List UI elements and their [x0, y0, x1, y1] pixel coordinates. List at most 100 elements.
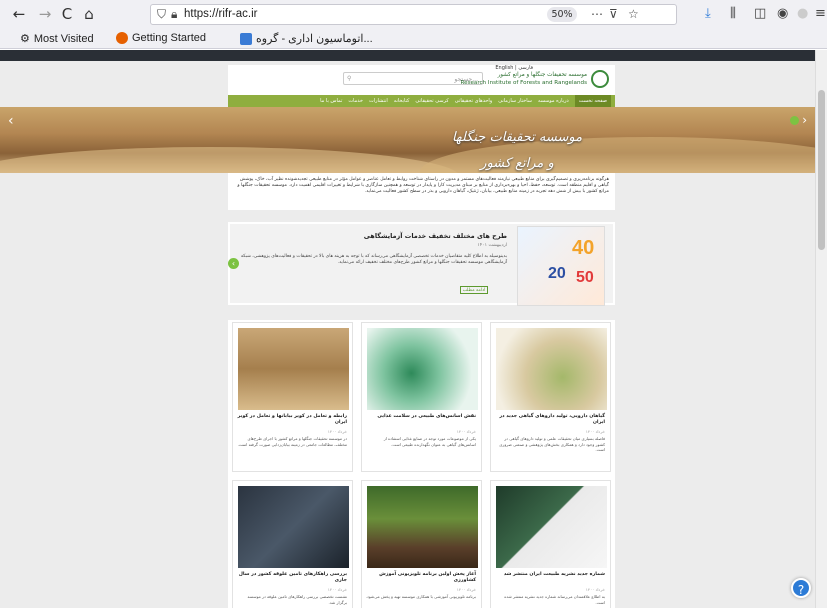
news-card-title[interactable]: گیاهان دارویی، تولید داروهای گیاهی جدید … — [494, 414, 605, 426]
news-card-body: برنامه تلویزیونی آموزشی با همکاری موسسه … — [365, 594, 476, 599]
help-icon: ? — [797, 583, 805, 597]
featured-news-date: اردیبهشت ۱۴۰۱ — [477, 243, 507, 248]
bookmark-label: اتوماسیون اداری - گروه... — [256, 33, 373, 45]
forward-arrow-icon: → — [38, 5, 52, 23]
address-bar[interactable]: ⛉ 🔒︎ https://rifr-ac.ir 50% ⋯ ⊽ ☆ — [150, 4, 677, 25]
bookmark-getting-started[interactable]: Getting Started — [116, 32, 206, 44]
site-favicon-icon — [240, 32, 252, 45]
hero-banner: ‹ موسسه تحقیقات جنگلها و مراتع کشور › — [0, 107, 815, 173]
banner-title: موسسه تحقیقات جنگلها و مراتع کشور — [451, 130, 583, 171]
featured-news-body: بدینوسیله به اطلاع کلیه متقاضیان خدمات ت… — [240, 254, 507, 265]
banner-indicator[interactable] — [790, 116, 799, 125]
bookmark-automation[interactable]: اتوماسیون اداری - گروه... — [240, 32, 373, 45]
nav-item-services[interactable]: خدمات — [348, 98, 363, 104]
news-card-image[interactable] — [496, 328, 607, 410]
news-card-date: ۱۴۰۰ خرداد — [585, 587, 605, 592]
nav-item-research-chair[interactable]: کرسی تحقیقاتی — [415, 98, 448, 104]
news-card-image[interactable] — [238, 328, 349, 410]
read-more-button[interactable]: ادامه مطلب — [460, 286, 488, 294]
image-number: 50 — [576, 269, 594, 286]
news-card-image[interactable] — [496, 486, 607, 568]
main-navigation: صفحه نخست درباره موسسه ساختار سازمانی وا… — [228, 95, 615, 107]
navigation-toolbar: ← → C ⌂ ⛉ 🔒︎ https://rifr-ac.ir 50% ⋯ ⊽ … — [0, 0, 827, 29]
slider-prev-icon[interactable]: ‹ — [228, 258, 239, 269]
nav-item-about[interactable]: درباره موسسه — [538, 98, 569, 104]
top-strip — [0, 50, 815, 61]
browser-chrome: ← → C ⌂ ⛉ 🔒︎ https://rifr-ac.ir 50% ⋯ ⊽ … — [0, 0, 827, 49]
extension-icon[interactable]: ◉ — [777, 6, 788, 21]
news-card-title[interactable]: نقش اسانس‌های طبیعی در سلامت غذایی — [365, 414, 476, 420]
news-card-title[interactable]: بررسی راهکارهای تامین علوفه کشور در سال … — [236, 572, 347, 584]
news-card-date: ۱۴۰۰ خرداد — [327, 429, 347, 434]
nav-item-contact[interactable]: تماس با ما — [320, 98, 342, 104]
logo-persian-name: موسسه تحقیقات جنگلها و مراتع کشور — [497, 72, 587, 78]
nav-item-structure[interactable]: ساختار سازمانی — [498, 98, 532, 104]
library-icon[interactable]: ⫼ — [730, 6, 736, 21]
nav-item-library[interactable]: کتابخانه — [394, 98, 410, 104]
news-card[interactable]: شماره جدید نشریه طبیعت ایران منتشر شد ۱۴… — [490, 480, 611, 608]
news-card[interactable]: نقش اسانس‌های طبیعی در سلامت غذایی ۱۴۰۰ … — [361, 322, 482, 472]
news-card[interactable]: گیاهان دارویی، تولید داروهای گیاهی جدید … — [490, 322, 611, 472]
page-actions-icon[interactable]: ⋯ — [591, 7, 603, 21]
banner-next-icon[interactable]: › — [802, 113, 807, 127]
bookmark-star-icon[interactable]: ☆ — [628, 7, 639, 21]
news-card[interactable]: بررسی راهکارهای تامین علوفه کشور در سال … — [232, 480, 353, 608]
image-number: 20 — [548, 265, 566, 282]
news-card-body: نشست تخصصی بررسی راهکارهای تامین علوفه د… — [247, 594, 348, 605]
news-card-date: ۱۴۰۰ خرداد — [585, 429, 605, 434]
news-grid: گیاهان دارویی، تولید داروهای گیاهی جدید … — [228, 320, 615, 608]
news-card-title[interactable]: شماره جدید نشریه طبیعت ایران منتشر شد — [494, 572, 605, 578]
news-card-body: یکی از موضوعات مورد توجه در صنایع غذایی … — [383, 436, 476, 447]
news-card[interactable]: رابطه و تعامل در کویر بیابانها و تعامل د… — [232, 322, 353, 472]
pocket-icon[interactable]: ⊽ — [609, 7, 618, 21]
news-card-date: ۱۴۰۰ خرداد — [456, 429, 476, 434]
bookmarks-toolbar: ⚙ Most Visited Getting Started اتوماسیون… — [0, 29, 827, 49]
news-card-image[interactable] — [238, 486, 349, 568]
forward-button[interactable]: → — [34, 4, 56, 24]
banner-prev-icon[interactable]: ‹ — [8, 113, 14, 129]
news-card-image[interactable] — [367, 328, 478, 410]
zoom-level-badge[interactable]: 50% — [547, 7, 577, 22]
help-chat-button[interactable]: ? — [791, 578, 811, 598]
site-logo-text[interactable]: موسسه تحقیقات جنگلها و مراتع کشور Resear… — [461, 71, 588, 87]
lock-icon[interactable]: 🔒︎ — [171, 7, 177, 22]
news-card-image[interactable] — [367, 486, 478, 568]
news-card-title[interactable]: آغاز پخش اولین برنامه تلویزیونی آموزش کش… — [365, 572, 476, 584]
download-icon[interactable]: ⤓ — [705, 6, 711, 21]
home-button[interactable]: ⌂ — [78, 4, 100, 24]
news-card-title[interactable]: رابطه و تعامل در کویر بیابانها و تعامل د… — [236, 414, 347, 426]
firefox-icon — [116, 32, 128, 44]
shield-icon[interactable]: ⛉ — [157, 7, 166, 22]
site-header: English | فارسی ⚲ جستجو... موسسه تحقیقات… — [228, 65, 615, 95]
news-card-body: در موسسه تحقیقات جنگلها و مراتع کشور با … — [237, 436, 347, 447]
nav-item-home[interactable]: صفحه نخست — [574, 95, 611, 107]
nav-item-research-units[interactable]: واحدهای تحقیقاتی — [455, 98, 492, 104]
web-page: English | فارسی ⚲ جستجو... موسسه تحقیقات… — [0, 50, 815, 608]
sidebar-icon[interactable]: ◫ — [754, 6, 766, 21]
featured-news-title[interactable]: طرح های مختلف تخفیف خدمات آزمایشگاهی — [364, 232, 507, 240]
menu-icon[interactable]: ≡ — [815, 6, 826, 21]
nav-item-publications[interactable]: انتشارات — [369, 98, 388, 104]
news-card-date: ۱۴۰۰ خرداد — [456, 587, 476, 592]
back-button[interactable]: ← — [8, 4, 30, 24]
bookmark-most-visited[interactable]: ⚙ Most Visited — [20, 32, 94, 46]
news-card-date: ۱۴۰۰ خرداد — [327, 587, 347, 592]
featured-news-image[interactable]: 40 20 50 — [517, 226, 605, 306]
bookmark-label: Most Visited — [33, 32, 94, 45]
image-number: 40 — [572, 237, 595, 259]
scrollbar-thumb[interactable] — [818, 90, 825, 250]
page-scrollbar[interactable] — [815, 50, 827, 608]
gear-icon: ⚙ — [20, 33, 30, 45]
account-icon[interactable]: ● — [797, 6, 808, 21]
search-icon: ⚲ — [347, 75, 352, 82]
featured-news: 40 20 50 طرح های مختلف تخفیف خدمات آزمای… — [228, 222, 615, 306]
dune-shape — [0, 147, 460, 173]
site-logo-icon[interactable] — [591, 70, 609, 88]
news-card[interactable]: آغاز پخش اولین برنامه تلویزیونی آموزش کش… — [361, 480, 482, 608]
logo-english-name: Research Institute of Forests and Rangel… — [460, 80, 588, 86]
featured-news-panel: 40 20 50 طرح های مختلف تخفیف خدمات آزمای… — [228, 224, 613, 306]
back-arrow-icon: ← — [12, 5, 26, 23]
url-text[interactable]: https://rifr-ac.ir — [184, 8, 257, 20]
bookmark-label: Getting Started — [132, 32, 206, 44]
reload-button[interactable]: C — [56, 4, 78, 24]
